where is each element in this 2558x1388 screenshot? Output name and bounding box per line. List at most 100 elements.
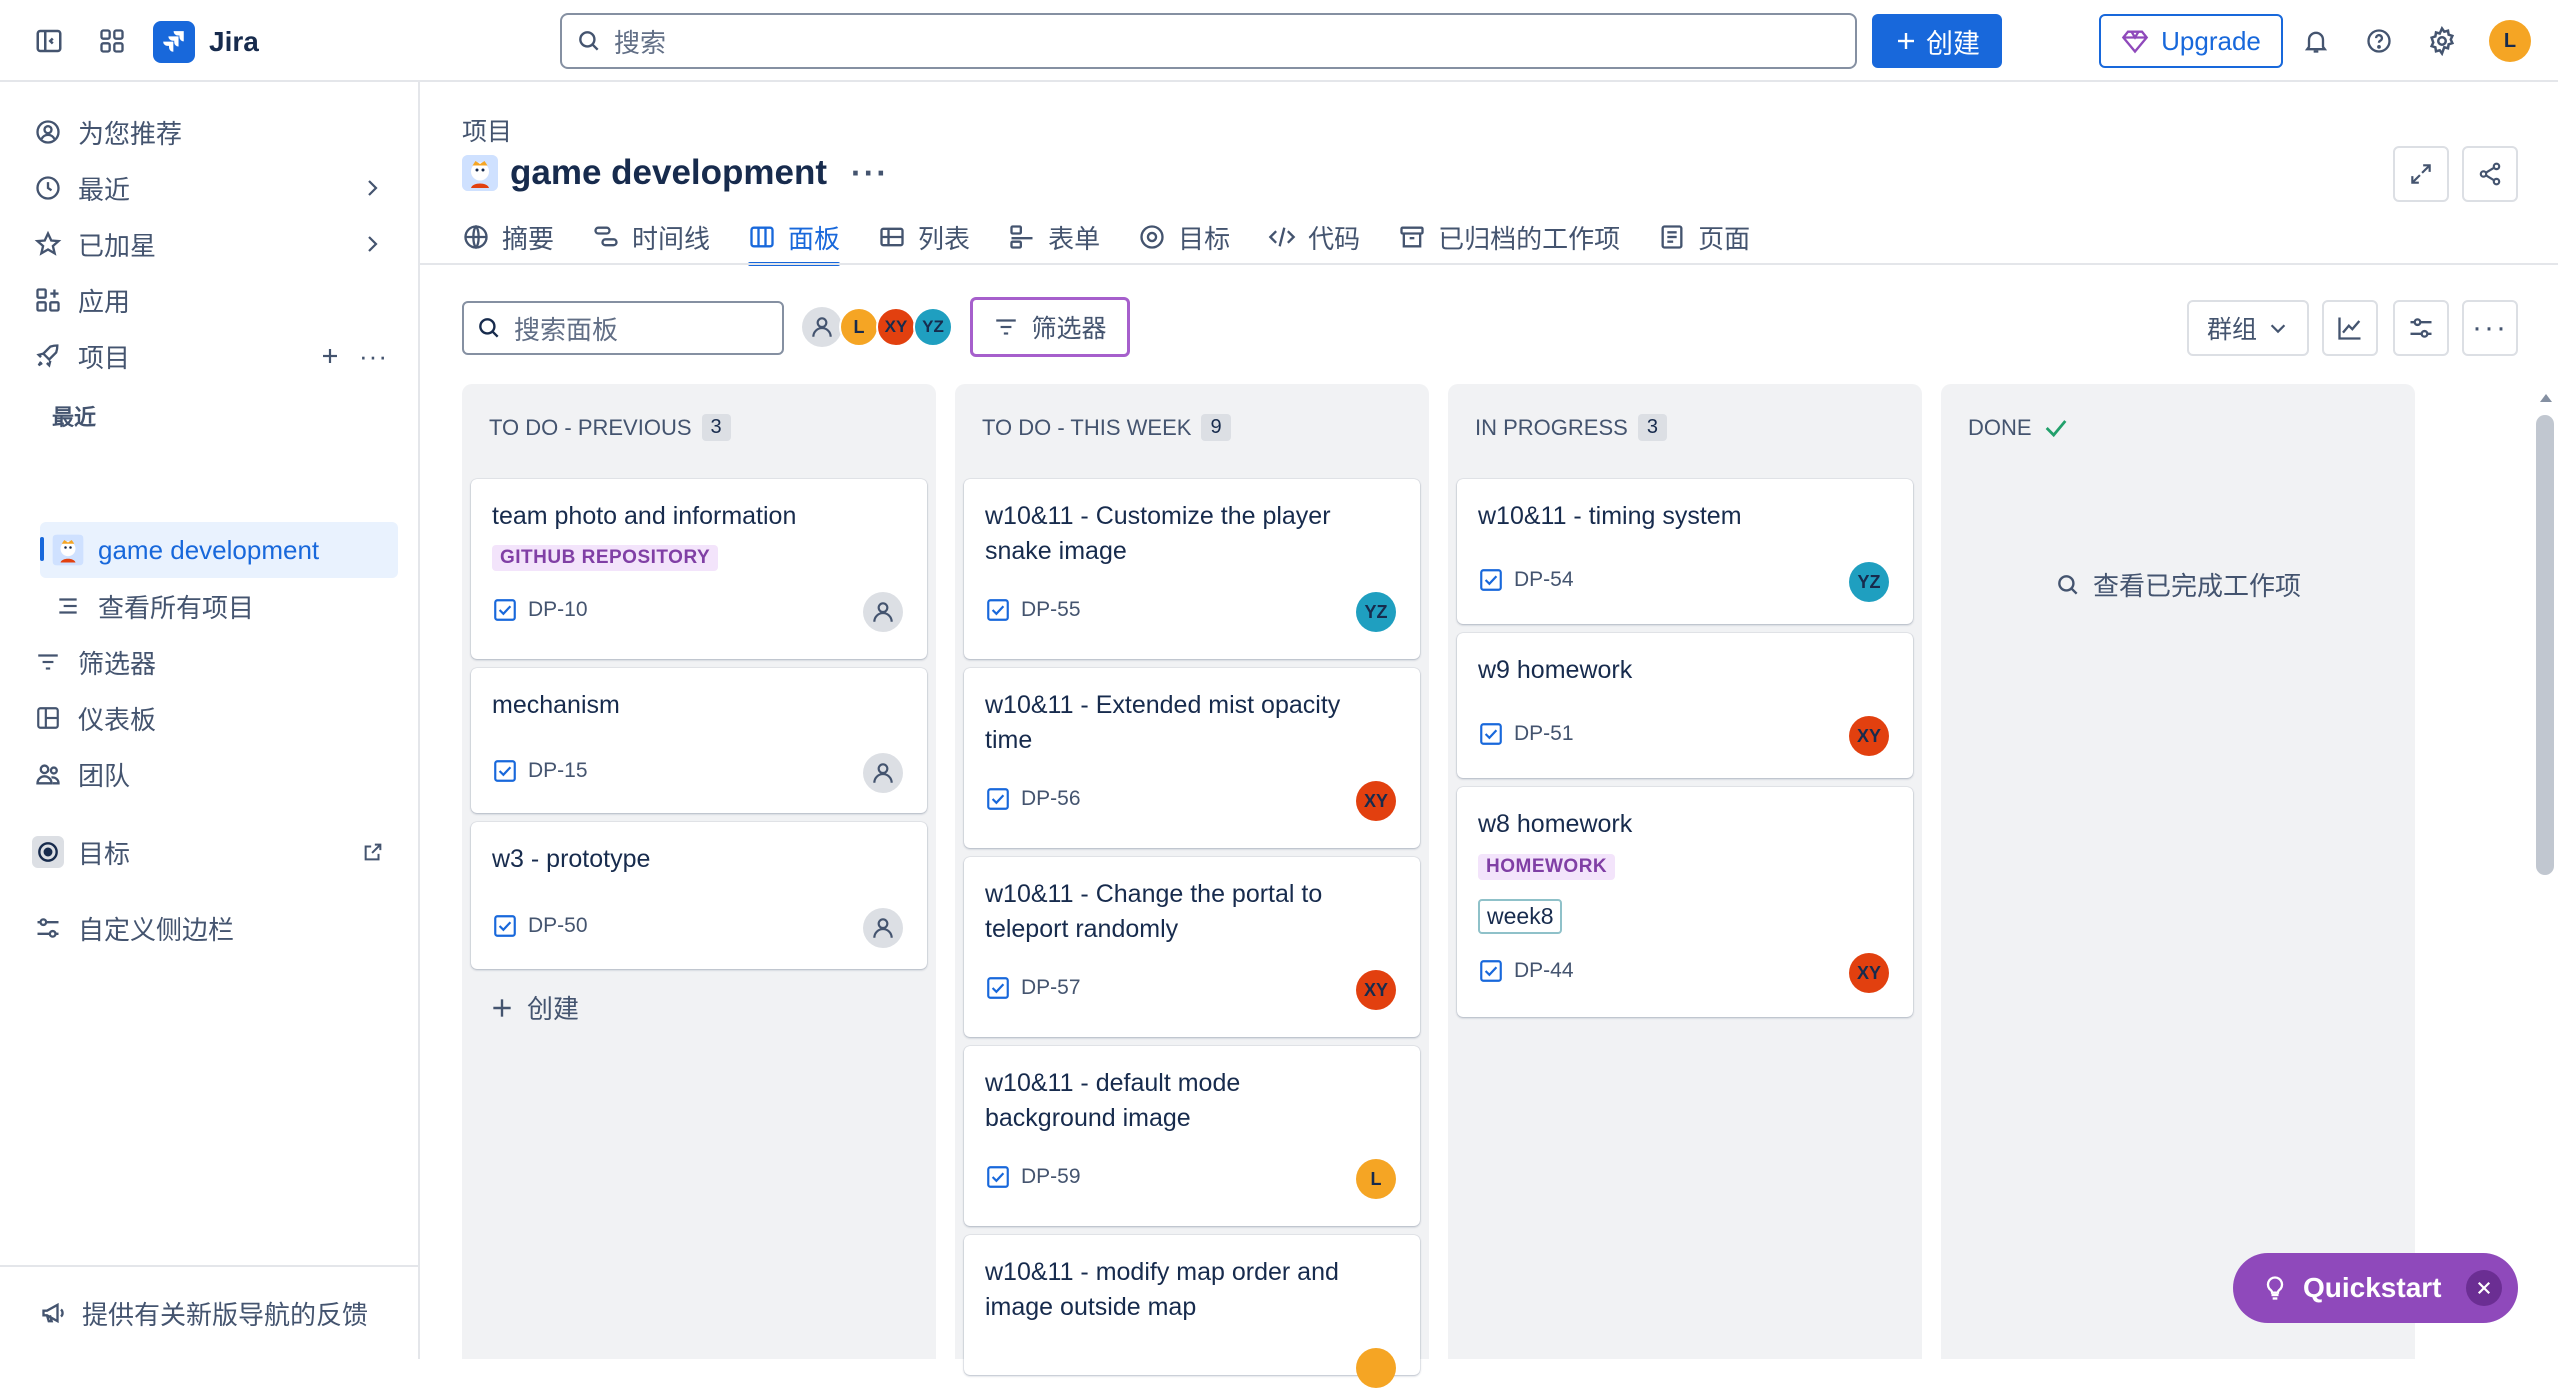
issue-card[interactable]: w8 homework HOMEWORK week8 DP-44 XY [1457,787,1913,1017]
assignee-avatar[interactable]: XY [1356,781,1396,821]
tab-timeline[interactable]: 时间线 [592,214,710,260]
view-completed-link[interactable]: 查看已完成工作项 [1941,566,2415,603]
filter-icon [996,319,1017,335]
external-link-icon[interactable] [362,841,384,863]
unassigned-avatar-filter[interactable] [802,307,842,347]
card-title: w10&11 - Customize the player snake imag… [985,502,1331,565]
tab-pages[interactable]: 页面 [1658,214,1750,260]
sidebar-item-starred[interactable]: 已加星 [32,218,400,270]
sidebar-item-label: 目标 [78,838,131,869]
column-count: 3 [1637,414,1667,441]
assignee-avatar[interactable]: L [1356,1159,1396,1199]
tab-list[interactable]: 列表 [878,214,970,260]
view-settings-icon[interactable] [2393,300,2449,356]
jira-logo[interactable]: Jira [153,21,259,63]
sidebar-item-apps[interactable]: 应用 [32,274,400,326]
issue-key: DP-56 [1021,787,1081,810]
insights-chart-icon[interactable] [2322,300,2378,356]
tab-board[interactable]: 面板 [748,214,841,266]
avatar-filter-yz[interactable]: YZ [913,307,953,347]
filter-button[interactable]: 筛选器 [970,297,1130,357]
unassigned-avatar[interactable] [863,592,903,632]
tab-code[interactable]: 代码 [1268,214,1360,260]
board-more-icon[interactable]: ··· [2462,300,2518,356]
tab-forms[interactable]: 表单 [1008,214,1100,260]
sidebar-item-dashboards[interactable]: 仪表板 [32,692,400,744]
chevron-right-icon[interactable] [360,232,384,256]
assignee-avatar[interactable]: XY [1849,716,1889,756]
column-header[interactable]: IN PROGRESS 3 [1475,414,1667,441]
board-search-input[interactable]: 搜索面板 [462,301,784,355]
avatar-filter-l[interactable]: L [839,307,879,347]
issue-card[interactable]: w9 homework DP-51 XY [1457,633,1913,778]
group-by-dropdown[interactable]: 群组 [2187,300,2309,356]
sidebar-item-view-all-projects[interactable]: 查看所有项目 [52,580,392,632]
fullscreen-expand-icon[interactable] [2393,146,2449,202]
share-icon[interactable] [2462,146,2518,202]
column-header[interactable]: TO DO - PREVIOUS 3 [489,414,731,441]
app-switcher-icon[interactable] [92,21,132,61]
assignee-avatar[interactable] [1356,1348,1396,1388]
apps-icon [32,284,64,316]
issue-key: DP-10 [528,598,588,621]
assignee-avatar[interactable]: YZ [1849,562,1889,602]
assignee-avatar[interactable]: XY [1849,953,1889,993]
page-icon [1661,225,1683,249]
card-title: mechanism [492,691,620,719]
quickstart-button[interactable]: Quickstart [2233,1253,2518,1323]
issue-card[interactable]: w10&11 - Change the portal to teleport r… [964,857,1420,1037]
jira-logo-icon [153,21,195,63]
sidebar-item-filters[interactable]: 筛选器 [32,636,400,688]
notifications-bell-icon[interactable] [2296,21,2336,61]
upgrade-button[interactable]: Upgrade [2099,14,2283,68]
settings-gear-icon[interactable] [2422,21,2462,61]
sidebar-item-game-development[interactable]: game development [52,524,392,576]
scrollbar-thumb[interactable] [2536,415,2554,875]
customize-sliders-icon [32,912,64,944]
sidebar-item-recent[interactable]: 最近 [32,162,400,214]
tab-label: 已归档的工作项 [1438,223,1621,254]
issue-card[interactable]: w10&11 - Extended mist opacity time DP-5… [964,668,1420,848]
sidebar-item-customize[interactable]: 自定义侧边栏 [32,902,400,954]
top-bar: Jira 搜索 创建 Upgrade L [0,0,2558,82]
add-project-plus-icon[interactable] [318,344,342,368]
issue-card[interactable]: w10&11 - modify map order and image outs… [964,1235,1420,1388]
assignee-avatar[interactable]: YZ [1356,592,1396,632]
create-button[interactable]: 创建 [1872,14,2002,68]
sidebar-item-goals[interactable]: 目标 [32,826,400,878]
close-icon[interactable] [2466,1270,2502,1306]
issue-card[interactable]: w10&11 - default mode background image D… [964,1046,1420,1226]
issue-key: DP-44 [1514,959,1574,982]
assignee-avatar[interactable]: XY [1356,970,1396,1010]
unassigned-avatar[interactable] [863,753,903,793]
task-checkbox-icon [494,915,516,937]
feedback-link[interactable]: 提供有关新版导航的反馈 [0,1265,418,1359]
help-icon[interactable] [2359,21,2399,61]
issue-card[interactable]: w10&11 - timing system DP-54 YZ [1457,479,1913,624]
issue-card[interactable]: w3 - prototype DP-50 [471,822,927,969]
sidebar-item-teams[interactable]: 团队 [32,748,400,800]
issue-key: DP-59 [1021,1165,1081,1188]
chevron-right-icon[interactable] [360,176,384,200]
column-header[interactable]: TO DO - THIS WEEK 9 [982,414,1231,441]
global-search-input[interactable]: 搜索 [560,13,1857,69]
sidebar-item-for-you[interactable]: 为您推荐 [32,106,400,158]
project-more-icon[interactable]: ··· [851,155,889,192]
sidebar-toggle-icon[interactable] [29,21,69,61]
breadcrumb[interactable]: 项目 [462,112,512,148]
unassigned-avatar[interactable] [863,908,903,948]
issue-card[interactable]: w10&11 - Customize the player snake imag… [964,479,1420,659]
issue-card[interactable]: team photo and information GITHUB REPOSI… [471,479,927,659]
assignee-initials: YZ [1364,601,1388,622]
tab-goals[interactable]: 目标 [1138,214,1230,260]
tab-summary[interactable]: 摘要 [462,214,554,260]
issue-card[interactable]: mechanism DP-15 [471,668,927,813]
user-avatar[interactable]: L [2489,20,2531,62]
column-header[interactable]: DONE [1968,414,2070,442]
tab-archived-work-items[interactable]: 已归档的工作项 [1398,214,1620,260]
column-create-button[interactable]: 创建 [489,989,579,1026]
search-placeholder: 搜索 [614,27,667,58]
sidebar-item-projects[interactable]: 项目 ··· [32,330,400,382]
avatar-filter-xy[interactable]: XY [876,307,916,347]
projects-more-icon[interactable]: ··· [359,341,388,372]
